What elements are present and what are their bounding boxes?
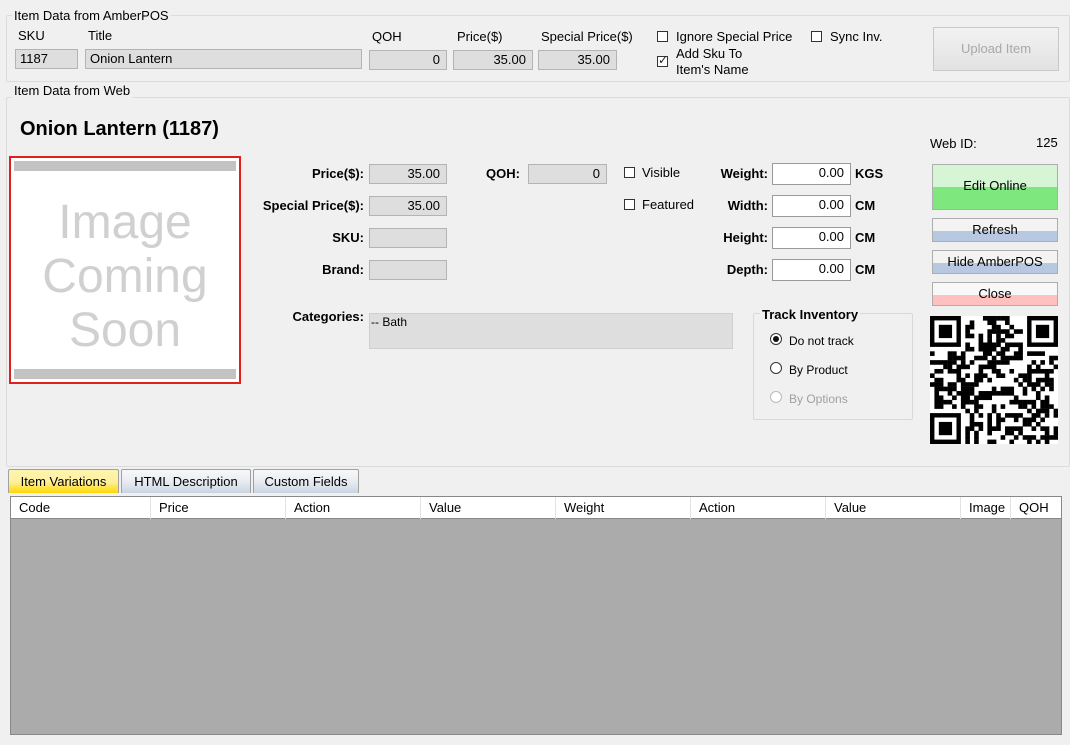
web-brand-field[interactable] — [369, 260, 447, 280]
categories-label: Categories: — [292, 309, 364, 324]
weight-unit: KGS — [855, 166, 884, 181]
qoh-field[interactable]: 0 — [369, 50, 447, 70]
col-action-1[interactable]: Action — [286, 497, 421, 519]
weight-label: Weight: — [720, 166, 768, 181]
special-price-label: Special Price($) — [541, 29, 633, 44]
special-price-field[interactable]: 35.00 — [538, 50, 617, 70]
close-label: Close — [978, 286, 1012, 301]
hide-amberpos-label: Hide AmberPOS — [947, 254, 1043, 269]
web-price-label: Price($): — [311, 166, 364, 181]
add-sku-checkbox[interactable]: ✓ — [657, 53, 669, 67]
variations-grid-body[interactable] — [10, 519, 1062, 735]
sync-inv-label: Sync Inv. — [830, 29, 883, 44]
width-field[interactable]: 0.00 — [772, 195, 851, 217]
web-id-label: Web ID: — [930, 136, 977, 151]
web-special-label: Special Price($): — [262, 198, 364, 213]
sync-inv-checkbox[interactable] — [811, 31, 822, 42]
depth-unit: CM — [855, 262, 876, 277]
web-price-field[interactable]: 35.00 — [369, 164, 447, 184]
radio-by-options[interactable] — [770, 391, 782, 403]
visible-label: Visible — [642, 165, 681, 180]
col-code[interactable]: Code — [11, 497, 151, 519]
radio-by-product-label: By Product — [789, 363, 848, 377]
sku-field[interactable]: 1187 — [15, 49, 78, 69]
upload-item-label: Upload Item — [960, 41, 1032, 56]
depth-field[interactable]: 0.00 — [772, 259, 851, 281]
radio-do-not-track[interactable] — [770, 333, 782, 345]
width-unit: CM — [855, 198, 876, 213]
radio-by-product[interactable] — [770, 362, 782, 374]
web-qoh-field[interactable]: 0 — [528, 164, 607, 184]
image-text-line3: Soon — [68, 304, 182, 357]
tab-html-description-label: HTML Description — [134, 474, 238, 489]
height-label: Height: — [723, 230, 768, 245]
variations-grid-header: Code Price Action Value Weight Action Va… — [10, 496, 1062, 519]
upload-item-button[interactable]: Upload Item — [933, 27, 1059, 71]
image-top-bar — [14, 161, 236, 171]
categories-list[interactable]: -- Bath — [369, 313, 733, 349]
track-inventory-title: Track Inventory — [760, 307, 861, 322]
weight-field[interactable]: 0.00 — [772, 163, 851, 185]
item-heading: Onion Lantern (1187) — [20, 118, 219, 140]
check-icon: ✓ — [658, 53, 669, 67]
web-id-value: 125 — [1036, 135, 1058, 150]
col-weight[interactable]: Weight — [556, 497, 691, 519]
col-value-2[interactable]: Value — [826, 497, 961, 519]
web-brand-label: Brand: — [322, 262, 364, 277]
edit-online-label: Edit Online — [963, 178, 1027, 193]
featured-checkbox[interactable] — [624, 199, 635, 210]
title-label: Title — [88, 28, 113, 43]
web-group-title: Item Data from Web — [12, 83, 133, 98]
image-placeholder-text: Image Coming Soon — [11, 196, 239, 358]
qr-code-icon — [930, 316, 1058, 444]
tab-custom-fields-label: Custom Fields — [264, 474, 348, 489]
web-sku-label: SKU: — [332, 230, 364, 245]
ignore-special-label: Ignore Special Price — [676, 29, 793, 44]
tab-custom-fields[interactable]: Custom Fields — [253, 469, 359, 493]
amberpos-group-title: Item Data from AmberPOS — [12, 8, 171, 23]
add-sku-label-line2: Item's Name — [676, 62, 749, 77]
add-sku-label-line1: Add Sku To — [676, 46, 743, 61]
hide-amberpos-button[interactable]: Hide AmberPOS — [932, 250, 1058, 274]
width-label: Width: — [727, 198, 768, 213]
col-action-2[interactable]: Action — [691, 497, 826, 519]
price-label: Price($) — [457, 29, 503, 44]
radio-by-options-label: By Options — [789, 392, 848, 406]
col-qoh[interactable]: QOH — [1011, 497, 1061, 519]
depth-label: Depth: — [726, 262, 768, 277]
item-image[interactable]: Image Coming Soon — [9, 156, 241, 384]
col-price[interactable]: Price — [151, 497, 286, 519]
col-image[interactable]: Image — [961, 497, 1011, 519]
edit-online-button[interactable]: Edit Online — [932, 164, 1058, 210]
web-special-field[interactable]: 35.00 — [369, 196, 447, 216]
close-button[interactable]: Close — [932, 282, 1058, 306]
tab-item-variations-label: Item Variations — [20, 474, 107, 489]
tab-item-variations[interactable]: Item Variations — [8, 469, 119, 493]
title-field[interactable]: Onion Lantern — [85, 49, 362, 69]
tab-html-description[interactable]: HTML Description — [121, 469, 251, 493]
web-sku-field[interactable] — [369, 228, 447, 248]
height-field[interactable]: 0.00 — [772, 227, 851, 249]
web-qoh-label: QOH: — [486, 166, 520, 181]
image-text-line2: Coming — [42, 250, 208, 303]
sku-label: SKU — [18, 28, 45, 43]
qoh-label: QOH — [372, 29, 402, 44]
category-item[interactable]: -- Bath — [370, 315, 407, 329]
refresh-button[interactable]: Refresh — [932, 218, 1058, 242]
visible-checkbox[interactable] — [624, 167, 635, 178]
ignore-special-checkbox[interactable] — [657, 31, 668, 42]
featured-label: Featured — [642, 197, 695, 212]
price-field[interactable]: 35.00 — [453, 50, 533, 70]
radio-do-not-track-label: Do not track — [789, 334, 854, 348]
height-unit: CM — [855, 230, 876, 245]
col-value-1[interactable]: Value — [421, 497, 556, 519]
refresh-label: Refresh — [972, 222, 1018, 237]
image-bottom-bar — [14, 369, 236, 379]
image-text-line1: Image — [58, 196, 192, 249]
